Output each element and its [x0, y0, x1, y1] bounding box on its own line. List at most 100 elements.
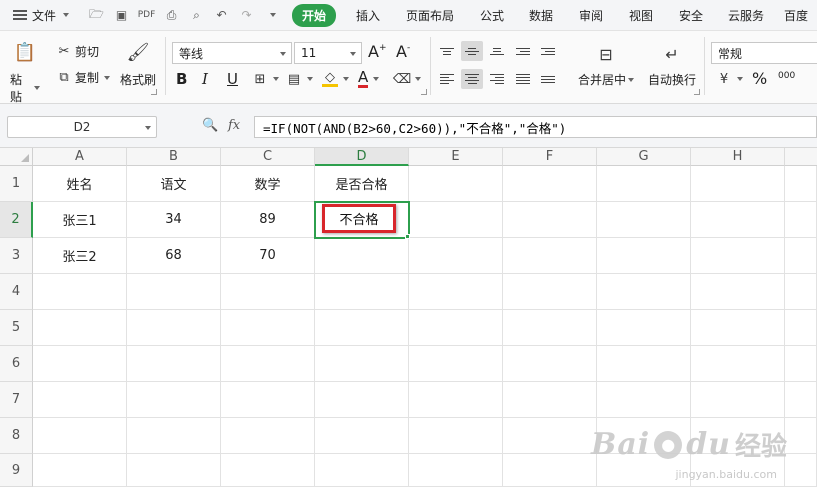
cell-f4[interactable]	[503, 274, 597, 310]
fill-style-button[interactable]: ▤	[286, 71, 313, 87]
alignment-group-launcher[interactable]	[694, 89, 700, 95]
cell-i1[interactable]	[785, 166, 817, 202]
cell-b7[interactable]	[127, 382, 221, 418]
row-header-2[interactable]: 2	[0, 202, 33, 238]
italic-button[interactable]: I	[202, 70, 208, 88]
cell-g2[interactable]	[597, 202, 691, 238]
cell-f3[interactable]	[503, 238, 597, 274]
cell-d7[interactable]	[315, 382, 409, 418]
cell-i2[interactable]	[785, 202, 817, 238]
cell-d4[interactable]	[315, 274, 409, 310]
cell-b5[interactable]	[127, 310, 221, 346]
tab-review[interactable]: 审阅	[566, 0, 616, 31]
cell-e8[interactable]	[409, 418, 503, 454]
cell-d3[interactable]	[315, 238, 409, 274]
tab-insert[interactable]: 插入	[344, 0, 392, 31]
cell-a7[interactable]	[33, 382, 127, 418]
cell-a6[interactable]	[33, 346, 127, 382]
cell-g5[interactable]	[597, 310, 691, 346]
print-icon[interactable]: ⎙	[159, 0, 184, 31]
col-header-i[interactable]	[785, 148, 817, 166]
redo-icon[interactable]: ↷	[234, 0, 259, 31]
formula-input[interactable]: =IF(NOT(AND(B2>60,C2>60)),"不合格","合格")	[254, 116, 817, 138]
bold-button[interactable]: B	[176, 70, 187, 88]
col-header-d[interactable]: D	[315, 148, 409, 166]
cell-g1[interactable]	[597, 166, 691, 202]
font-group-launcher[interactable]	[421, 89, 427, 95]
cell-f2[interactable]	[503, 202, 597, 238]
row-header-1[interactable]: 1	[0, 166, 33, 202]
cell-g4[interactable]	[597, 274, 691, 310]
decrease-font-button[interactable]: A-	[396, 42, 410, 61]
cell-b2[interactable]: 34	[127, 202, 221, 238]
cell-i3[interactable]	[785, 238, 817, 274]
cell-f5[interactable]	[503, 310, 597, 346]
cell-c7[interactable]	[221, 382, 315, 418]
col-header-f[interactable]: F	[503, 148, 597, 166]
justify-button[interactable]	[512, 69, 534, 89]
borders-button[interactable]: ⊞	[252, 71, 279, 87]
underline-button[interactable]: U	[227, 70, 238, 88]
zoom-icon[interactable]: 🔍	[202, 118, 218, 133]
cell-d8[interactable]	[315, 418, 409, 454]
cell-b8[interactable]	[127, 418, 221, 454]
cell-b9[interactable]	[127, 454, 221, 487]
cell-i5[interactable]	[785, 310, 817, 346]
cell-b3[interactable]: 68	[127, 238, 221, 274]
cell-i8[interactable]	[785, 418, 817, 454]
merge-center-button[interactable]: ⊟ 合并居中	[574, 41, 638, 88]
select-all-corner[interactable]	[0, 148, 33, 166]
col-header-c[interactable]: C	[221, 148, 315, 166]
cell-c2[interactable]: 89	[221, 202, 315, 238]
customize-icon[interactable]	[259, 0, 284, 31]
copy-button[interactable]: ⧉ 复制	[56, 69, 111, 86]
row-header-9[interactable]: 9	[0, 454, 33, 487]
cell-h7[interactable]	[691, 382, 785, 418]
row-header-4[interactable]: 4	[0, 274, 33, 310]
col-header-h[interactable]: H	[691, 148, 785, 166]
cell-e7[interactable]	[409, 382, 503, 418]
cell-i4[interactable]	[785, 274, 817, 310]
cell-e6[interactable]	[409, 346, 503, 382]
tab-security[interactable]: 安全	[666, 0, 716, 31]
cut-button[interactable]: ✂ 剪切	[56, 43, 99, 60]
align-left-button[interactable]	[436, 69, 458, 89]
cell-c6[interactable]	[221, 346, 315, 382]
cell-a5[interactable]	[33, 310, 127, 346]
cell-i9[interactable]	[785, 454, 817, 487]
font-name-select[interactable]: 等线	[172, 42, 292, 64]
tab-formulas[interactable]: 公式	[468, 0, 516, 31]
cell-f9[interactable]	[503, 454, 597, 487]
increase-font-button[interactable]: A +	[368, 42, 387, 61]
open-icon[interactable]: 🗁	[84, 0, 109, 31]
cell-a4[interactable]	[33, 274, 127, 310]
row-header-7[interactable]: 7	[0, 382, 33, 418]
align-bottom-button[interactable]	[486, 41, 508, 61]
col-header-b[interactable]: B	[127, 148, 221, 166]
cell-a3[interactable]: 张三2	[33, 238, 127, 274]
row-header-6[interactable]: 6	[0, 346, 33, 382]
fill-handle[interactable]	[405, 234, 410, 239]
percent-button[interactable]: %	[752, 69, 767, 88]
undo-icon[interactable]: ↶	[209, 0, 234, 31]
decrease-indent-button[interactable]	[512, 41, 534, 61]
cell-c8[interactable]	[221, 418, 315, 454]
cell-i6[interactable]	[785, 346, 817, 382]
align-top-button[interactable]	[436, 41, 458, 61]
align-middle-button[interactable]	[461, 41, 483, 61]
cell-i7[interactable]	[785, 382, 817, 418]
row-header-8[interactable]: 8	[0, 418, 33, 454]
tab-page-layout[interactable]: 页面布局	[392, 0, 468, 31]
cell-e2[interactable]	[409, 202, 503, 238]
cell-g3[interactable]	[597, 238, 691, 274]
cell-c1[interactable]: 数学	[221, 166, 315, 202]
cell-f6[interactable]	[503, 346, 597, 382]
cell-a8[interactable]	[33, 418, 127, 454]
cell-h3[interactable]	[691, 238, 785, 274]
tab-cloud[interactable]: 云服务	[716, 0, 776, 31]
tab-home[interactable]: 开始	[284, 0, 344, 31]
tab-data[interactable]: 数据	[516, 0, 566, 31]
cell-f1[interactable]	[503, 166, 597, 202]
paste-button[interactable]: 📋 粘贴	[10, 39, 40, 105]
cell-b4[interactable]	[127, 274, 221, 310]
